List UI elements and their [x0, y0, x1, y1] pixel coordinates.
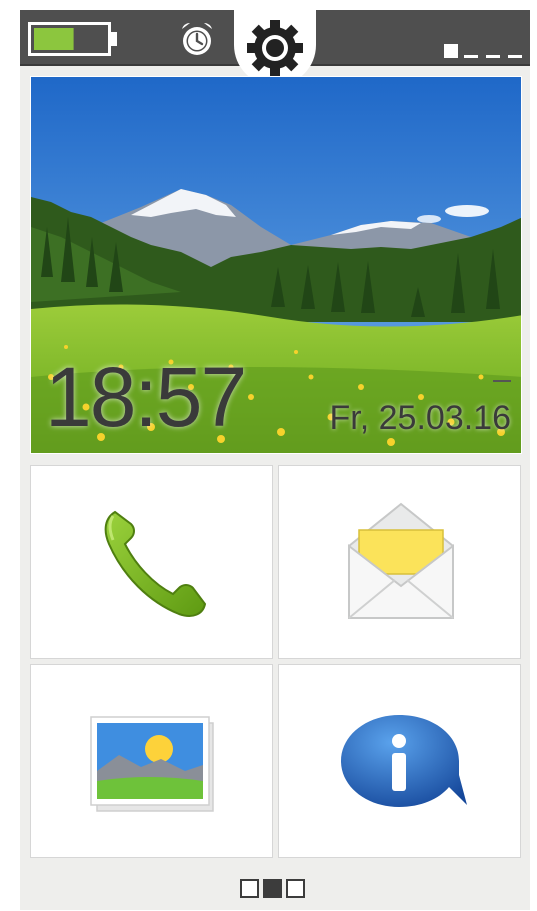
signal-strength-icon: [444, 44, 522, 58]
gallery-tile[interactable]: [30, 664, 273, 858]
envelope-icon: [348, 502, 454, 619]
clock-widget[interactable]: 18:57 Fr, 25.03.16: [30, 76, 522, 454]
settings-tab[interactable]: [234, 10, 316, 86]
page-indicator: [240, 879, 305, 898]
page-dot-3[interactable]: [286, 879, 305, 898]
phone-tile[interactable]: [30, 465, 273, 659]
clock-time: 18:57: [45, 350, 247, 444]
battery-icon: [28, 22, 117, 56]
clock-date: Fr, 25.03.16: [329, 399, 511, 437]
messages-tile[interactable]: [278, 465, 521, 659]
home-screen: 18:57 Fr, 25.03.16: [20, 10, 530, 910]
page-dot-2[interactable]: [263, 879, 282, 898]
alarm-clock-icon[interactable]: [178, 20, 216, 58]
phone-handset-icon: [104, 510, 207, 617]
page-dot-1[interactable]: [240, 879, 259, 898]
info-tile[interactable]: [278, 664, 521, 858]
status-bar: [20, 10, 530, 86]
date-separator: [493, 380, 511, 382]
gear-icon[interactable]: [243, 16, 307, 80]
info-bubble-icon: [341, 715, 467, 807]
photo-gallery-icon: [90, 716, 214, 812]
